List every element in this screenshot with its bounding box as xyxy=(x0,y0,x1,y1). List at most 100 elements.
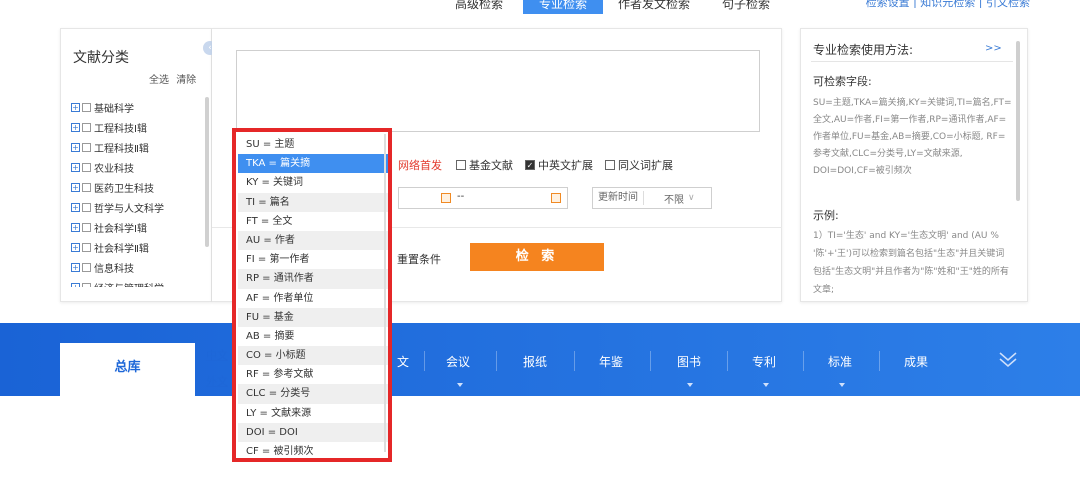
expand-plus-icon[interactable]: + xyxy=(71,282,80,287)
category-item[interactable]: + 社会科学Ⅱ辑 xyxy=(71,237,207,257)
field-dropdown-list: SU = 主题 TKA = 篇关摘 KY = 关键词 TI = 篇名 FT = 全文 AU… xyxy=(238,135,388,461)
field-option[interactable]: TI = 篇名 xyxy=(238,192,388,212)
category-label: 哲学与人文科学 xyxy=(94,203,164,215)
checkbox-icon[interactable] xyxy=(82,222,91,232)
fund-checkbox[interactable]: 基金文献 xyxy=(456,157,513,173)
field-option[interactable]: RP = 通讯作者 xyxy=(238,269,388,289)
category-item[interactable]: + 哲学与人文科学 xyxy=(71,197,207,217)
field-option[interactable]: DOI = DOI xyxy=(238,422,388,442)
nav-item-journal[interactable]: 文 xyxy=(397,353,409,370)
checkbox-icon[interactable] xyxy=(82,262,91,272)
calendar-icon[interactable] xyxy=(441,193,451,203)
checkbox-icon[interactable] xyxy=(82,102,91,112)
category-title: 文献分类 xyxy=(73,50,129,66)
double-chevron-down-icon[interactable] xyxy=(998,351,1018,369)
expand-plus-icon[interactable]: + xyxy=(71,242,80,252)
category-item[interactable]: + 农业科技 xyxy=(71,157,207,177)
top-links[interactable]: 检索设置 | 知识元检索 | 引文检索 xyxy=(866,0,1030,8)
early-pub-option[interactable]: 网络首发 xyxy=(398,157,442,173)
calendar-icon[interactable] xyxy=(551,193,561,203)
cn-en-expand-checkbox[interactable]: ✓ 中英文扩展 xyxy=(525,157,593,173)
date-row: -- 更新时间 不限 ∨ xyxy=(398,187,712,209)
checkbox-icon[interactable] xyxy=(82,162,91,172)
expand-plus-icon[interactable]: + xyxy=(71,222,80,232)
field-option[interactable]: TKA = 篇关摘 xyxy=(238,154,388,174)
category-item[interactable]: + 基础科学 xyxy=(71,97,207,117)
dropdown-scrollbar[interactable] xyxy=(384,134,386,452)
category-item[interactable]: + 信息科技 xyxy=(71,257,207,277)
category-scrollbar[interactable] xyxy=(205,97,209,247)
field-option[interactable]: LY = 文献来源 xyxy=(238,404,388,423)
nav-item-patent[interactable]: 专利 xyxy=(752,353,776,370)
category-label: 农业科技 xyxy=(94,163,134,175)
divider xyxy=(811,61,1013,62)
select-all-link[interactable]: 全选 xyxy=(149,75,169,86)
search-button[interactable]: 检 索 xyxy=(470,243,604,271)
nav-item-yearbook[interactable]: 年鉴 xyxy=(599,353,623,370)
date-range-input[interactable]: -- xyxy=(398,187,568,209)
field-option[interactable]: FT = 全文 xyxy=(238,212,388,231)
checkbox-icon[interactable] xyxy=(82,202,91,212)
cn-en-expand-label: 中英文扩展 xyxy=(538,159,593,172)
field-option[interactable]: CF = 被引频次 xyxy=(238,442,388,461)
expand-plus-icon[interactable]: + xyxy=(71,122,80,132)
field-option[interactable]: FU = 基金 xyxy=(238,307,388,327)
nav-item-newspaper[interactable]: 报纸 xyxy=(523,353,547,370)
category-item[interactable]: + 工程科技Ⅱ辑 xyxy=(71,137,207,157)
nav-total-tab[interactable]: 总库 xyxy=(60,343,195,396)
query-textarea[interactable] xyxy=(236,50,760,132)
category-item[interactable]: + 社会科学Ⅰ辑 xyxy=(71,217,207,237)
nav-separator xyxy=(650,351,651,371)
tab-professional[interactable]: 专业检索 xyxy=(523,0,603,14)
expand-plus-icon[interactable]: + xyxy=(71,262,80,272)
field-option[interactable]: CO = 小标题 xyxy=(238,346,388,366)
field-option[interactable]: KY = 关键词 xyxy=(238,173,388,192)
expand-plus-icon[interactable]: + xyxy=(71,202,80,212)
update-time-select[interactable]: 更新时间 不限 ∨ xyxy=(592,187,712,209)
nav-separator xyxy=(496,351,497,371)
field-option[interactable]: SU = 主题 xyxy=(238,135,388,154)
field-option[interactable]: FI = 第一作者 xyxy=(238,250,388,269)
checkbox-icon[interactable] xyxy=(82,242,91,252)
fields-title: 可检索字段: xyxy=(813,75,872,88)
category-item[interactable]: + 经济与管理科学 xyxy=(71,277,207,287)
expand-plus-icon[interactable]: + xyxy=(71,102,80,112)
category-label: 社会科学Ⅱ辑 xyxy=(94,243,149,255)
nav-item-book[interactable]: 图书 xyxy=(677,353,701,370)
expand-plus-icon[interactable]: + xyxy=(71,162,80,172)
synonym-checkbox[interactable]: 同义词扩展 xyxy=(605,157,673,173)
nav-foreign-link[interactable]: 外文 xyxy=(206,373,228,389)
category-item[interactable]: + 医药卫生科技 xyxy=(71,177,207,197)
field-option[interactable]: CLC = 分类号 xyxy=(238,384,388,404)
checkbox-icon[interactable] xyxy=(82,282,91,287)
nav-item-conference[interactable]: 会议 xyxy=(446,353,470,370)
help-scrollbar[interactable] xyxy=(1016,41,1020,201)
expand-plus-icon[interactable]: + xyxy=(71,182,80,192)
tab-author[interactable]: 作者发文检索 xyxy=(618,0,708,14)
reset-button[interactable]: 重置条件 xyxy=(397,251,441,267)
clear-link[interactable]: 清除 xyxy=(176,75,196,86)
category-item[interactable]: + 工程科技Ⅰ辑 xyxy=(71,117,207,137)
checkbox-icon[interactable] xyxy=(82,182,91,192)
nav-item-achievement[interactable]: 成果 xyxy=(904,353,928,370)
tab-advanced[interactable]: 高级检索 xyxy=(455,0,515,14)
field-option[interactable]: RF = 参考文献 xyxy=(238,365,388,384)
tab-sentence[interactable]: 句子检索 xyxy=(722,0,782,14)
fund-label: 基金文献 xyxy=(469,159,513,172)
synonym-label: 同义词扩展 xyxy=(618,159,673,172)
field-option[interactable]: AU = 作者 xyxy=(238,230,388,251)
category-list: + 基础科学 + 工程科技Ⅰ辑 + 工程科技Ⅱ辑 + 农业科技 + 医药卫生科技 + 哲学与人文科学 +… xyxy=(71,97,207,287)
checkbox-icon[interactable] xyxy=(82,122,91,132)
expand-plus-icon[interactable]: + xyxy=(71,142,80,152)
field-option[interactable]: AB = 摘要 xyxy=(238,327,388,346)
help-title: 专业检索使用方法: xyxy=(813,43,914,57)
field-option[interactable]: AF = 作者单位 xyxy=(238,289,388,308)
nav-item-standard[interactable]: 标准 xyxy=(828,353,852,370)
category-label: 社会科学Ⅰ辑 xyxy=(94,223,147,235)
category-label: 基础科学 xyxy=(94,103,134,115)
checkbox-icon[interactable] xyxy=(82,142,91,152)
nav-chinese-link[interactable]: 中文 xyxy=(206,347,228,363)
field-dropdown[interactable]: SU = 主题 TKA = 篇关摘 KY = 关键词 TI = 篇名 FT = 全文 AU… xyxy=(232,128,392,462)
help-more-link[interactable]: >> xyxy=(985,43,1002,54)
category-label: 医药卫生科技 xyxy=(94,183,154,195)
